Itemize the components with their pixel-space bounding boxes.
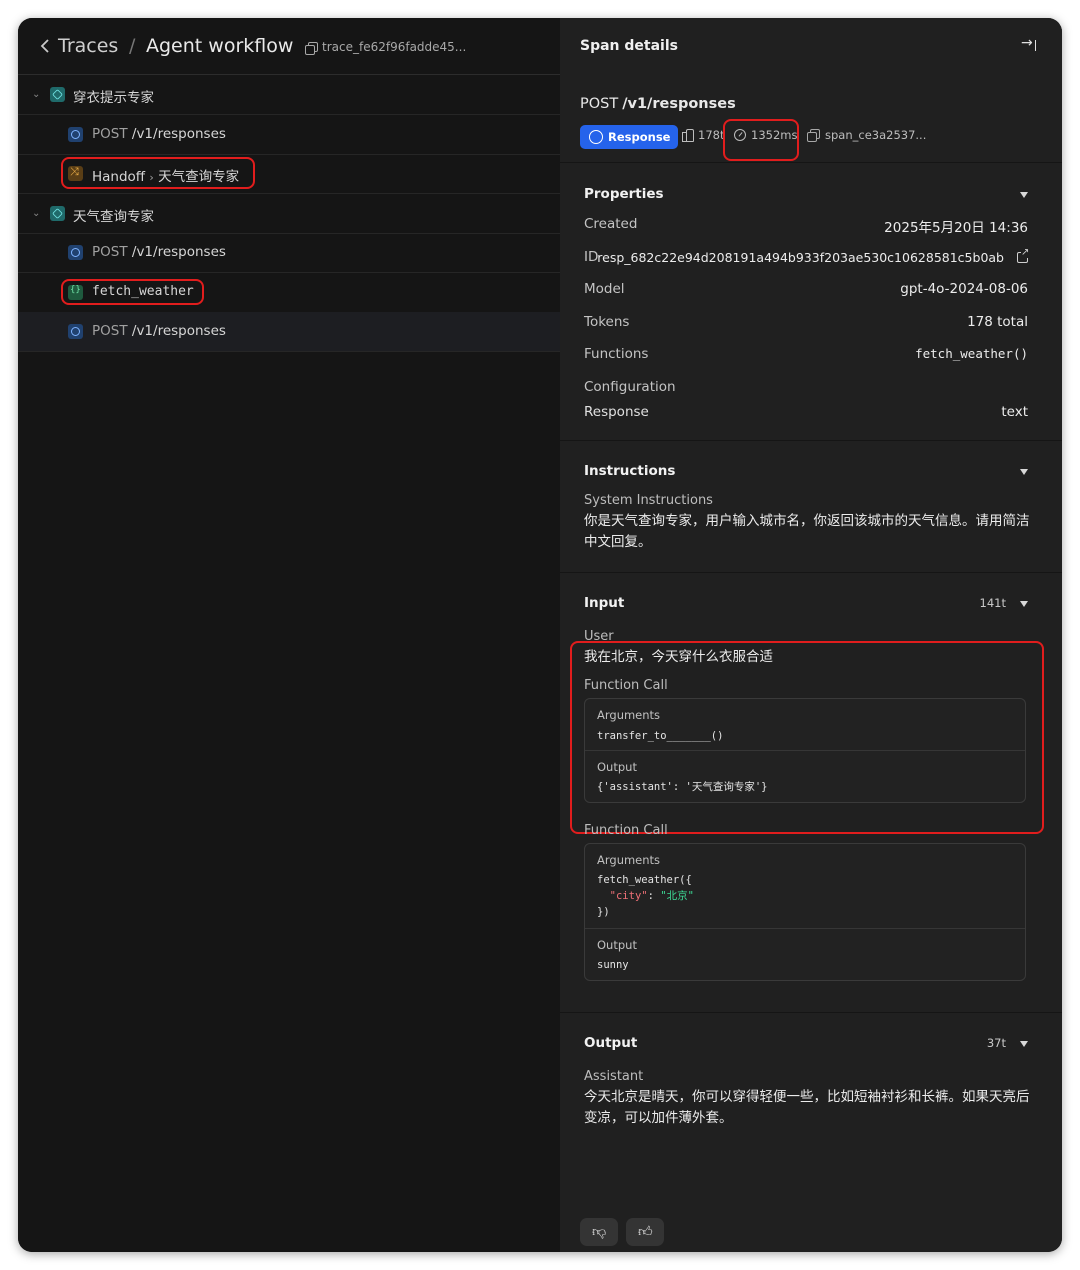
- prop-value: 2025年5月20日 14:36: [884, 220, 1028, 236]
- tree-item-label: POST /v1/responses: [92, 323, 226, 339]
- prop-value: fetch_weather(): [915, 346, 1028, 361]
- function-call-label: Function Call: [584, 823, 668, 838]
- tree-item-response-selected[interactable]: POST /v1/responses: [18, 312, 560, 352]
- span-endpoint: POST/v1/responses: [580, 96, 736, 112]
- tree-item-label: 穿衣提示专家: [73, 90, 154, 106]
- output-label: Output: [597, 938, 637, 952]
- section-title: Input: [584, 595, 625, 611]
- arguments-label: Arguments: [597, 853, 661, 867]
- external-link-icon[interactable]: [1017, 247, 1030, 263]
- tree-item-label: POST /v1/responses: [92, 126, 226, 142]
- collapse-panel-icon[interactable]: [1021, 35, 1036, 53]
- response-icon: [68, 127, 83, 142]
- response-icon: [68, 245, 83, 260]
- app-window: Traces / Agent workflow trace_fe62f96fad…: [18, 18, 1062, 1252]
- duration: 1352ms: [734, 128, 797, 142]
- response-badge: Response: [580, 125, 679, 149]
- breadcrumb: Traces / Agent workflow trace_fe62f96fad…: [18, 18, 560, 75]
- prop-key: ID: [584, 249, 599, 265]
- chevron-down-icon[interactable]: ⌄: [32, 89, 40, 100]
- prop-key: Tokens: [584, 314, 630, 330]
- tree-item-label: fetch_weather: [92, 284, 194, 299]
- copy-icon[interactable]: [807, 129, 820, 142]
- copy-icon[interactable]: [305, 42, 318, 55]
- panel-title: Span details: [580, 38, 678, 54]
- prop-key: Response: [584, 404, 649, 420]
- tree-item-label: POST /v1/responses: [92, 244, 226, 260]
- chevron-down-icon[interactable]: ⌄: [32, 208, 40, 219]
- output-section: Output 37t Assistant 今天北京是晴天，你可以穿得轻便一些，比…: [560, 1012, 1062, 1252]
- breadcrumb-traces-link[interactable]: Traces: [58, 35, 118, 57]
- function-call-card: Arguments fetch_weather({ "city": "北京" }…: [584, 843, 1026, 981]
- prop-value: resp_682c22e94d208191a494b933f203ae530c1…: [597, 250, 1004, 265]
- tree-item-response[interactable]: POST /v1/responses: [18, 115, 560, 155]
- section-title: Properties: [584, 186, 664, 202]
- breadcrumb-current: Agent workflow: [146, 35, 294, 57]
- prop-key: Configuration: [584, 379, 676, 395]
- agent-icon: [50, 206, 65, 221]
- tree-item-function[interactable]: fetch_weather: [18, 273, 560, 313]
- arguments-code: fetch_weather({ "city": "北京" }): [597, 874, 694, 918]
- system-instructions-label: System Instructions: [584, 493, 713, 508]
- caret-down-icon[interactable]: [1020, 1041, 1028, 1047]
- output-label: Output: [597, 760, 637, 774]
- tree-item-label: Handoff › 天气查询专家: [92, 169, 240, 185]
- caret-down-icon[interactable]: [1020, 469, 1028, 475]
- response-icon: [68, 324, 83, 339]
- prop-key: Model: [584, 281, 625, 297]
- back-chevron-icon[interactable]: [38, 38, 52, 54]
- function-call-label: Function Call: [584, 678, 668, 693]
- output-token-count: 37t: [986, 1036, 1006, 1050]
- thumbs-down-icon: 👎︎: [592, 1224, 607, 1240]
- caret-down-icon[interactable]: [1020, 601, 1028, 607]
- properties-section: Properties Created 2025年5月20日 14:36 ID r…: [560, 162, 1062, 440]
- gauge-icon: [734, 129, 746, 141]
- tree-item-response[interactable]: POST /v1/responses: [18, 233, 560, 273]
- trace-id[interactable]: trace_fe62f96fadde45...: [322, 40, 466, 54]
- panel-header: Span details: [560, 18, 1062, 75]
- prop-key: Created: [584, 216, 638, 232]
- input-section: Input 141t User 我在北京，今天穿什么衣服合适 Function …: [560, 572, 1062, 1012]
- function-icon: [68, 285, 83, 300]
- user-label: User: [584, 629, 614, 644]
- function-call-card: Arguments transfer_to_______() Output {'…: [584, 698, 1026, 803]
- section-title: Output: [584, 1035, 638, 1051]
- trace-tree-pane: Traces / Agent workflow trace_fe62f96fad…: [18, 18, 560, 1252]
- arguments-label: Arguments: [597, 708, 661, 722]
- response-icon: [589, 130, 603, 144]
- section-title: Instructions: [584, 463, 676, 479]
- assistant-message: 今天北京是晴天，你可以穿得轻便一些，比如短袖衬衫和长裤。如果天亮后变凉，可以加件…: [584, 1089, 1030, 1126]
- instructions-section: Instructions System Instructions 你是天气查询专…: [560, 440, 1062, 572]
- tree-item-label: 天气查询专家: [73, 209, 154, 225]
- tree-item-agent-weather[interactable]: ⌄ 天气查询专家: [18, 194, 560, 234]
- handoff-icon: [68, 165, 83, 181]
- assistant-label: Assistant: [584, 1069, 644, 1084]
- span-details-panel: Span details POST/v1/responses Response …: [560, 18, 1062, 1252]
- thumbs-down-button[interactable]: 👎︎: [580, 1218, 618, 1246]
- agent-icon: [50, 87, 65, 102]
- span-id[interactable]: span_ce3a2537...: [807, 128, 926, 142]
- user-message: 我在北京，今天穿什么衣服合适: [584, 649, 773, 665]
- arguments-code: transfer_to_______(): [597, 730, 724, 742]
- prop-value: text: [1001, 404, 1028, 420]
- token-count: 178t: [681, 128, 724, 142]
- thumbs-up-button[interactable]: 👍︎: [626, 1218, 664, 1246]
- input-token-count: 141t: [979, 596, 1006, 610]
- prop-key: Functions: [584, 346, 649, 362]
- prop-value: gpt-4o-2024-08-06: [900, 281, 1028, 297]
- tree-item-agent-clothing[interactable]: ⌄ 穿衣提示专家: [18, 75, 560, 115]
- prop-value: 178 total: [967, 314, 1028, 330]
- thumbs-up-icon: 👍︎: [638, 1224, 653, 1240]
- output-code: sunny: [597, 959, 629, 971]
- tree-item-handoff[interactable]: Handoff › 天气查询专家: [18, 154, 560, 194]
- output-code: {'assistant': '天气查询专家'}: [597, 781, 768, 793]
- tokens-icon: [681, 129, 694, 142]
- breadcrumb-separator: /: [129, 35, 136, 57]
- caret-down-icon[interactable]: [1020, 192, 1028, 198]
- system-instructions-text: 你是天气查询专家，用户输入城市名，你返回该城市的天气信息。请用简洁中文回复。: [584, 513, 1030, 550]
